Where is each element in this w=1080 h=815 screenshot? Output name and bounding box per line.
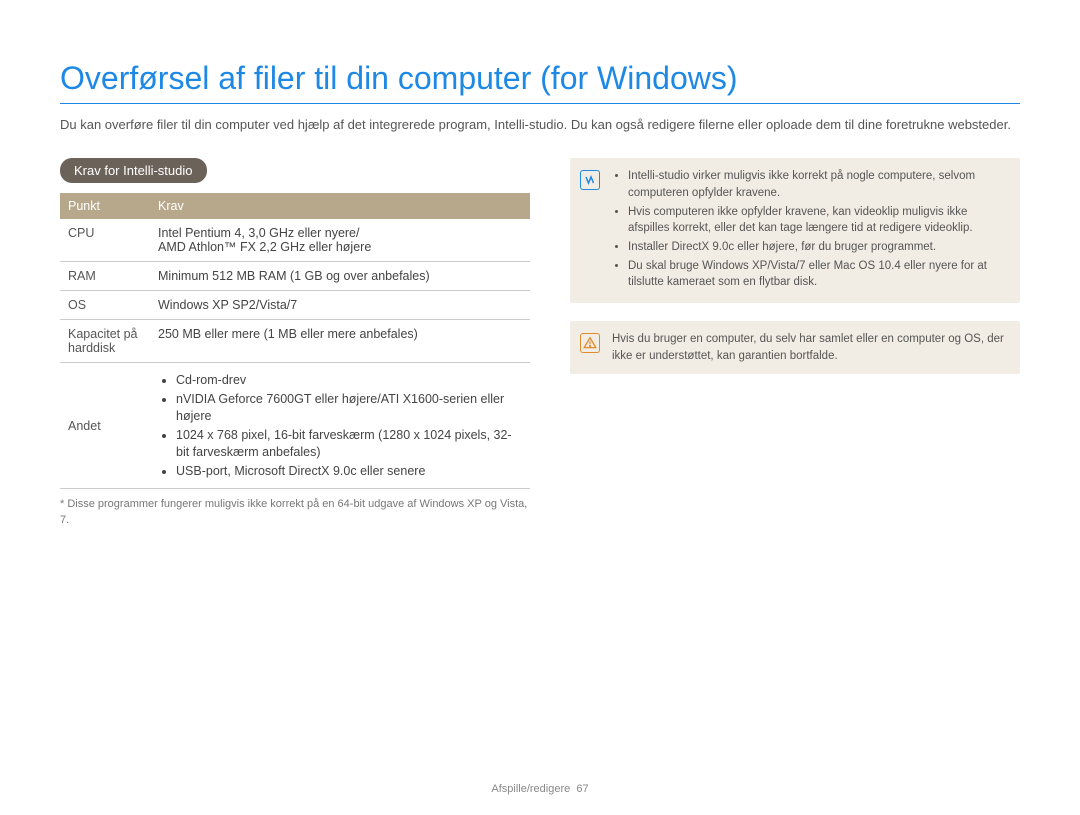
warning-note: Hvis du bruger en computer, du selv har … bbox=[570, 321, 1020, 374]
content-columns: Krav for Intelli-studio Punkt Krav CPU I… bbox=[60, 158, 1020, 528]
info-icon bbox=[580, 170, 600, 190]
footer-page: 67 bbox=[576, 783, 588, 795]
row-label: Andet bbox=[60, 363, 150, 489]
list-item: 1024 x 768 pixel, 16-bit farveskærm (128… bbox=[176, 427, 522, 461]
footer-section: Afspille/redigere bbox=[491, 783, 570, 795]
table-row: OS Windows XP SP2/Vista/7 bbox=[60, 291, 530, 320]
page-title: Overførsel af filer til din computer (fo… bbox=[60, 60, 1020, 104]
row-label: RAM bbox=[60, 262, 150, 291]
list-item: Hvis computeren ikke opfylder kravene, k… bbox=[628, 204, 1006, 237]
intro-text: Du kan overføre filer til din computer v… bbox=[60, 116, 1020, 134]
footnote: * Disse programmer fungerer muligvis ikk… bbox=[60, 497, 530, 528]
row-value: Minimum 512 MB RAM (1 GB og over anbefal… bbox=[150, 262, 530, 291]
section-pill: Krav for Intelli-studio bbox=[60, 158, 207, 183]
list-item: Installer DirectX 9.0c eller højere, før… bbox=[628, 239, 1006, 256]
left-column: Krav for Intelli-studio Punkt Krav CPU I… bbox=[60, 158, 530, 528]
table-header-krav: Krav bbox=[150, 193, 530, 219]
other-list: Cd-rom-drev nVIDIA Geforce 7600GT eller … bbox=[158, 372, 522, 479]
table-row: Kapacitet på harddisk 250 MB eller mere … bbox=[60, 320, 530, 363]
row-value: 250 MB eller mere (1 MB eller mere anbef… bbox=[150, 320, 530, 363]
row-value: Intel Pentium 4, 3,0 GHz eller nyere/ AM… bbox=[150, 219, 530, 262]
row-value: Windows XP SP2/Vista/7 bbox=[150, 291, 530, 320]
page-footer: Afspille/redigere 67 bbox=[0, 783, 1080, 795]
warning-icon bbox=[580, 333, 600, 353]
info-note: Intelli-studio virker muligvis ikke korr… bbox=[570, 158, 1020, 303]
requirements-table: Punkt Krav CPU Intel Pentium 4, 3,0 GHz … bbox=[60, 193, 530, 489]
list-item: Cd-rom-drev bbox=[176, 372, 522, 389]
table-row: Andet Cd-rom-drev nVIDIA Geforce 7600GT … bbox=[60, 363, 530, 489]
list-item: nVIDIA Geforce 7600GT eller højere/ATI X… bbox=[176, 391, 522, 425]
list-item: Intelli-studio virker muligvis ikke korr… bbox=[628, 168, 1006, 201]
right-column: Intelli-studio virker muligvis ikke korr… bbox=[570, 158, 1020, 528]
row-label: OS bbox=[60, 291, 150, 320]
list-item: USB-port, Microsoft DirectX 9.0c eller s… bbox=[176, 463, 522, 480]
row-label: CPU bbox=[60, 219, 150, 262]
table-row: CPU Intel Pentium 4, 3,0 GHz eller nyere… bbox=[60, 219, 530, 262]
list-item: Du skal bruge Windows XP/Vista/7 eller M… bbox=[628, 258, 1006, 291]
row-value: Cd-rom-drev nVIDIA Geforce 7600GT eller … bbox=[150, 363, 530, 489]
warning-text: Hvis du bruger en computer, du selv har … bbox=[612, 331, 1006, 364]
table-header-punkt: Punkt bbox=[60, 193, 150, 219]
row-label: Kapacitet på harddisk bbox=[60, 320, 150, 363]
table-row: RAM Minimum 512 MB RAM (1 GB og over anb… bbox=[60, 262, 530, 291]
info-list: Intelli-studio virker muligvis ikke korr… bbox=[612, 168, 1006, 293]
